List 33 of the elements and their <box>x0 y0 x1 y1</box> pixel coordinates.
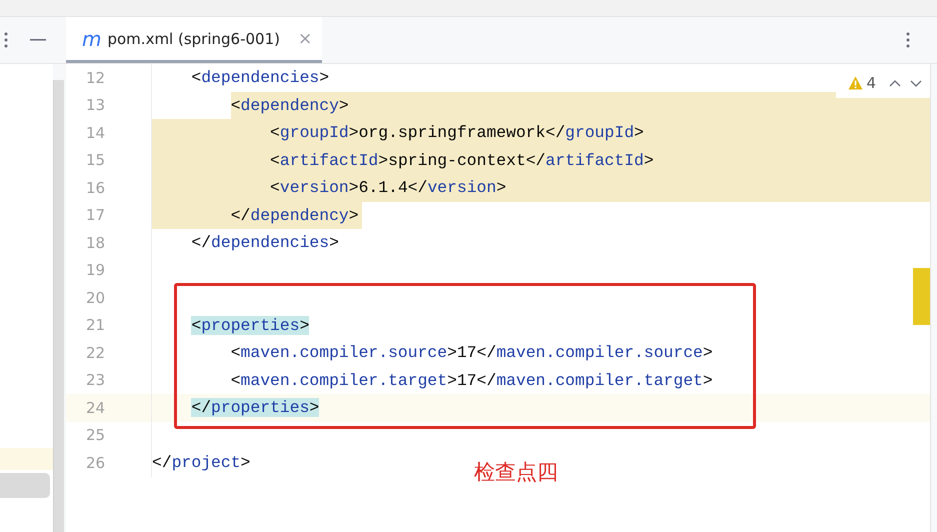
warning-count: 4 <box>866 74 876 92</box>
editor-tab[interactable]: m pom.xml (spring6-001) × <box>66 17 322 63</box>
file-type-icon: m <box>82 28 102 48</box>
code-line: </dependency> <box>230 206 359 225</box>
line-number: 20 <box>66 284 152 312</box>
line-number: 21 <box>66 312 152 339</box>
line-number: 13 <box>66 92 152 119</box>
code-line: <maven.compiler.target>17</maven.compiler.target> <box>230 370 713 390</box>
line-number: 12 <box>66 64 152 92</box>
code-line: <version>6.1.4</version> <box>270 178 506 198</box>
code-line: <dependencies> <box>191 68 330 88</box>
annotation-caption: 检查点四 <box>474 459 558 486</box>
line-number: 22 <box>66 339 152 366</box>
minimize-icon[interactable] <box>30 39 46 41</box>
more-icon[interactable] <box>906 32 910 48</box>
code-line: <artifactId>spring-context</artifactId> <box>270 150 654 170</box>
line-number: 19 <box>66 256 152 284</box>
chevron-down-icon[interactable] <box>910 80 922 86</box>
highlight-strip <box>0 448 53 470</box>
code-line: <maven.compiler.source>17</maven.compiler.source> <box>230 343 713 362</box>
tab-label: pom.xml (spring6-001) <box>107 30 280 48</box>
line-number: 24 <box>66 394 152 422</box>
scrollbar-marker <box>913 268 930 325</box>
scrollbar[interactable] <box>53 80 64 532</box>
line-number: 18 <box>66 229 152 256</box>
line-number: 26 <box>66 449 152 476</box>
chevron-up-icon[interactable] <box>889 80 901 86</box>
code-line: </dependencies> <box>191 233 339 252</box>
more-icon[interactable] <box>4 32 8 48</box>
code-line: <groupId>org.springframework</groupId> <box>270 123 644 142</box>
warning-icon <box>848 76 864 90</box>
code-line: </project> <box>152 453 250 472</box>
line-number: 25 <box>66 422 152 449</box>
